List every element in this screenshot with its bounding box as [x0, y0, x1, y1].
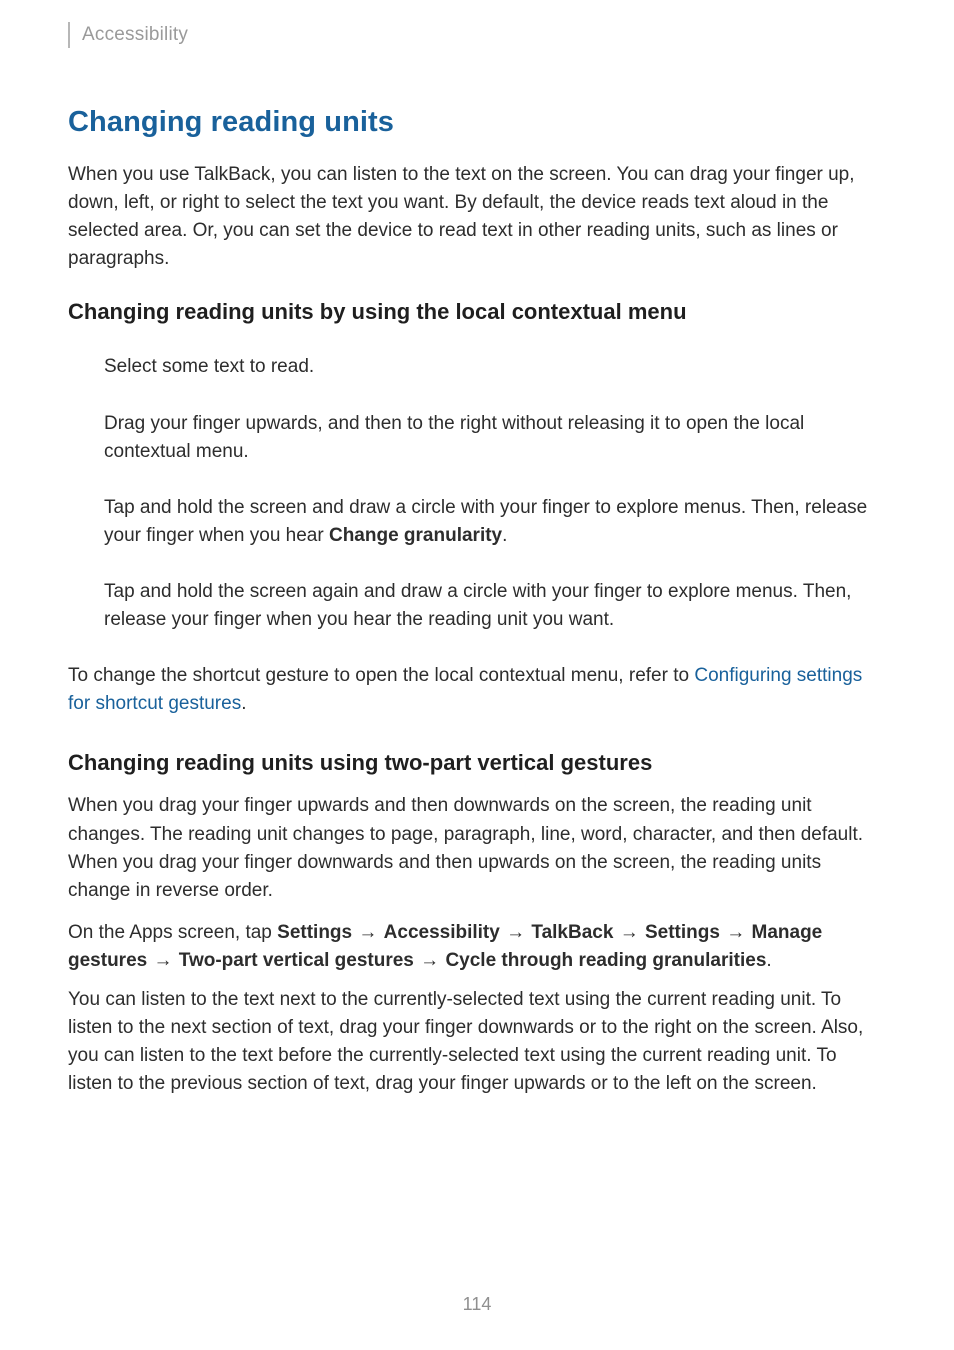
page-number: 114: [0, 1294, 954, 1315]
step-bold: Change granularity: [329, 525, 502, 546]
page-container: Accessibility Changing reading units Whe…: [0, 0, 954, 1350]
path-lead: On the Apps screen, tap: [68, 922, 277, 943]
footer-text: .: [241, 693, 246, 714]
path-segment: Settings: [645, 922, 720, 943]
page-header: Accessibility: [68, 22, 886, 48]
footer-text: To change the shortcut gesture to open t…: [68, 665, 694, 686]
list-item: Tap and hold the screen again and draw a…: [104, 578, 886, 634]
arrow-icon: →: [419, 950, 440, 971]
list-item: Drag your finger upwards, and then to th…: [104, 410, 886, 466]
path-segment: Cycle through reading granularities: [445, 950, 766, 971]
subheading-two-part: Changing reading units using two-part ve…: [68, 750, 886, 776]
intro-paragraph: When you use TalkBack, you can listen to…: [68, 161, 886, 273]
list-item: Select some text to read.: [104, 353, 886, 381]
header-divider-icon: [68, 22, 70, 48]
two-part-paragraph-1: When you drag your finger upwards and th…: [68, 792, 886, 904]
arrow-icon: →: [357, 922, 378, 943]
step-text: .: [502, 525, 507, 546]
path-segment: Two-part vertical gestures: [179, 950, 414, 971]
subheading-local-menu: Changing reading units by using the loca…: [68, 299, 886, 325]
arrow-icon: →: [505, 922, 526, 943]
settings-path: On the Apps screen, tap Settings → Acces…: [68, 919, 886, 976]
header-label: Accessibility: [82, 24, 188, 46]
arrow-icon: →: [152, 950, 173, 971]
path-segment: Accessibility: [384, 922, 500, 943]
path-segment: TalkBack: [531, 922, 613, 943]
arrow-icon: →: [619, 922, 640, 943]
path-segment: Settings: [277, 922, 352, 943]
two-part-paragraph-2: You can listen to the text next to the c…: [68, 986, 886, 1098]
list-item: Tap and hold the screen and draw a circl…: [104, 494, 886, 550]
arrow-icon: →: [725, 922, 746, 943]
steps-list: Select some text to read. Drag your fing…: [68, 353, 886, 634]
path-tail: .: [766, 950, 771, 971]
section-title: Changing reading units: [68, 106, 886, 139]
footer-paragraph: To change the shortcut gesture to open t…: [68, 662, 886, 718]
